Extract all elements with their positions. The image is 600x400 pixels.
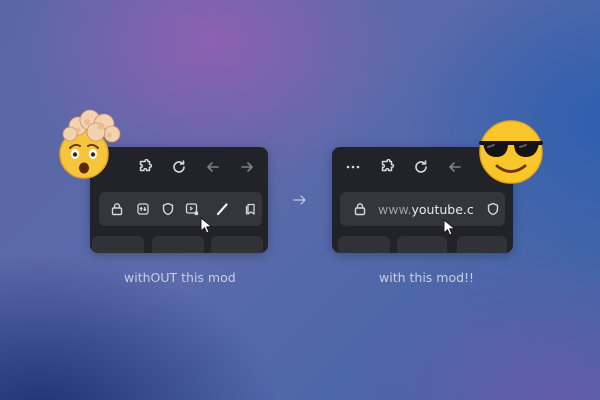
extensions-icon[interactable] — [134, 156, 156, 178]
sunglasses-emoji-icon — [479, 120, 543, 184]
mouse-cursor-icon — [200, 217, 213, 234]
shortcut-tile[interactable] — [338, 236, 390, 253]
reload-icon[interactable] — [410, 156, 432, 178]
mouse-cursor-icon — [443, 219, 456, 236]
extensions-icon[interactable] — [376, 156, 398, 178]
shortcut-tile[interactable] — [92, 236, 144, 253]
exploding-head-emoji-icon — [59, 109, 121, 179]
right-arrow-icon — [293, 195, 306, 205]
picture-in-picture-icon[interactable] — [184, 201, 200, 217]
caption-without-mod: withOUT this mod — [124, 270, 236, 285]
bookmark-icon[interactable] — [243, 201, 259, 217]
url-bar[interactable]: www.youtube.c — [340, 192, 505, 226]
caption-with-mod: with this mod!! — [379, 270, 475, 285]
lock-icon[interactable] — [352, 201, 368, 217]
back-arrow-icon[interactable] — [202, 156, 224, 178]
site-settings-icon[interactable] — [135, 201, 151, 217]
shortcut-tile[interactable] — [457, 236, 507, 253]
shield-icon[interactable] — [485, 201, 501, 217]
shortcut-tile[interactable] — [152, 236, 204, 253]
url-bar[interactable] — [99, 192, 262, 226]
lock-icon[interactable] — [109, 201, 125, 217]
reload-icon[interactable] — [168, 156, 190, 178]
shortcut-tile[interactable] — [211, 236, 263, 253]
pen-icon[interactable] — [214, 201, 230, 217]
more-dots-icon[interactable] — [342, 156, 364, 178]
shield-icon[interactable] — [160, 201, 176, 217]
url-domain: youtube.c — [411, 202, 474, 217]
shortcut-tile[interactable] — [397, 236, 447, 253]
forward-arrow-icon[interactable] — [236, 156, 258, 178]
url-text[interactable]: www.youtube.c — [378, 201, 484, 219]
url-prefix: www. — [378, 202, 412, 217]
back-arrow-icon[interactable] — [444, 156, 466, 178]
